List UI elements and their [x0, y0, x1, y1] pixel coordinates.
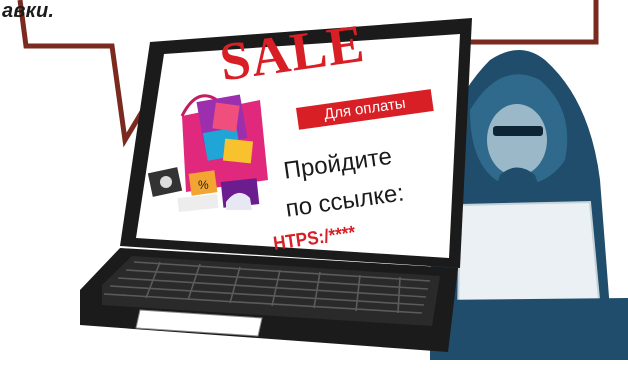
speech-bubble-text: авки.: [2, 0, 55, 22]
hacker-glasses: [493, 126, 543, 136]
svg-text:%: %: [198, 178, 209, 192]
hacker-laptop: [456, 200, 602, 317]
